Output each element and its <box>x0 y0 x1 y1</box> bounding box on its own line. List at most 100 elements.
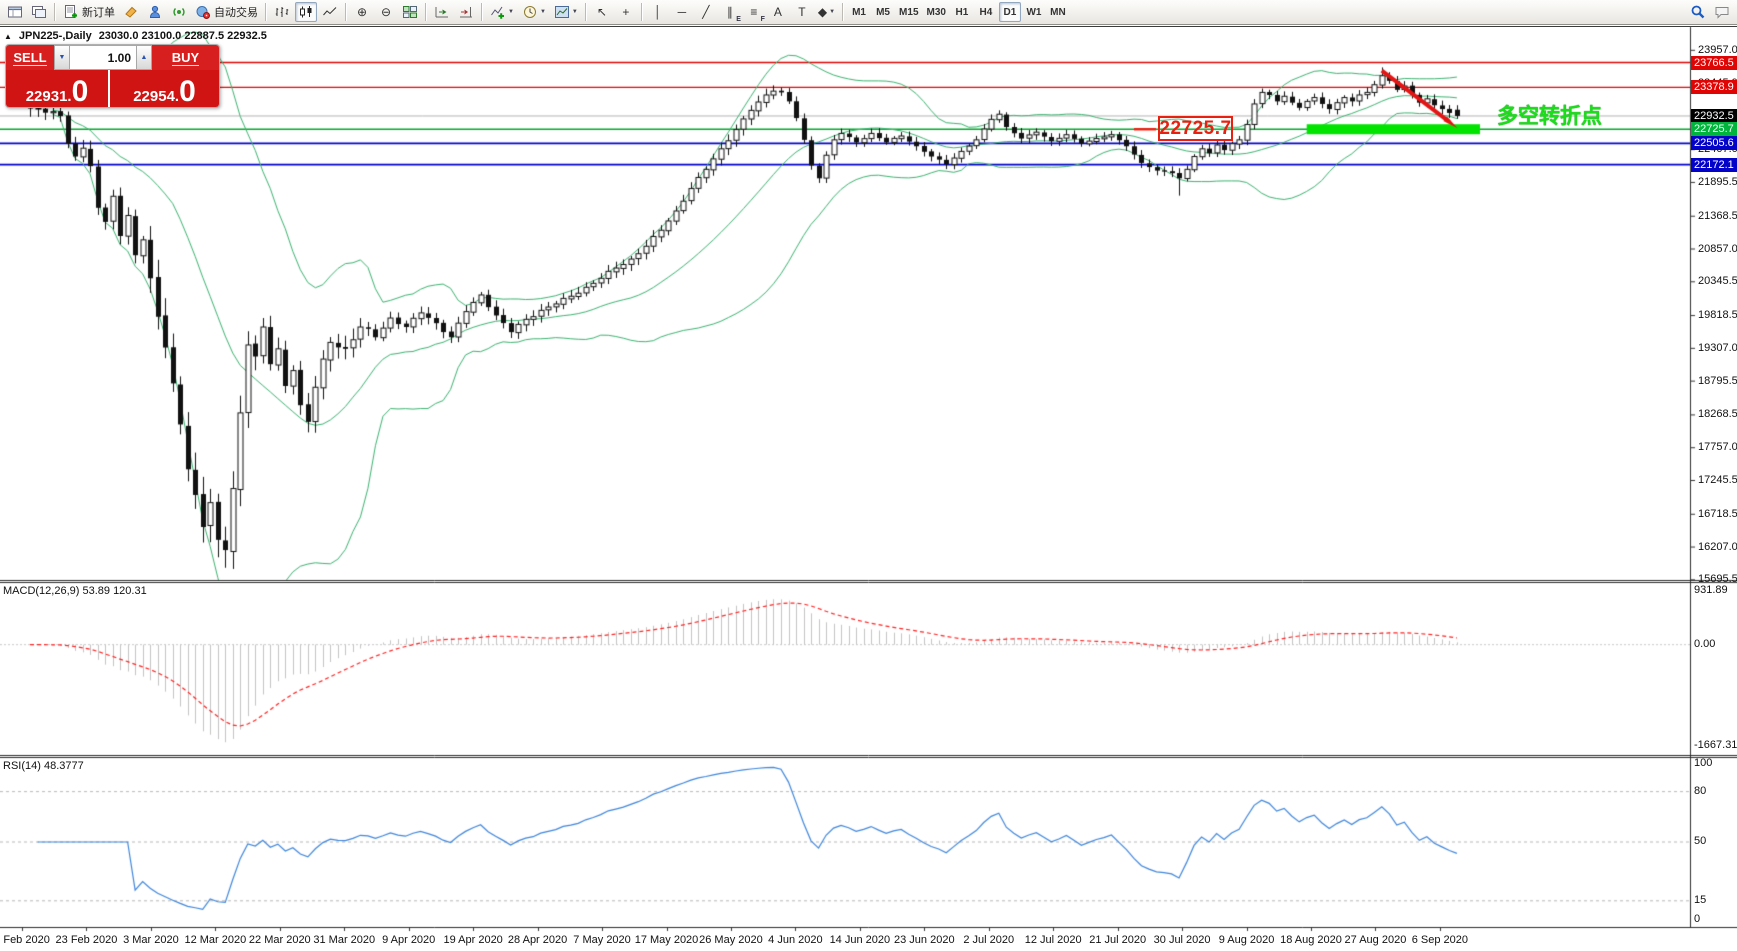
sell-button[interactable]: SELL <box>6 45 54 70</box>
new-chart-button[interactable] <box>4 2 26 22</box>
price-axis-tick: 19818.5 <box>1698 309 1737 322</box>
price-axis-tick: 20345.5 <box>1698 275 1737 288</box>
label-tool-button[interactable]: T <box>791 2 813 22</box>
auto-scroll-button[interactable] <box>431 2 453 22</box>
crosshair-button[interactable]: + <box>615 2 637 22</box>
toolbar-separator <box>425 3 427 21</box>
toolbar-separator <box>584 3 587 21</box>
price-axis-label: 23378.9 <box>1691 80 1737 95</box>
timeframe-h1[interactable]: H1 <box>951 2 973 22</box>
timeframe-m15[interactable]: M15 <box>896 2 921 22</box>
horizontal-line-button[interactable]: ─ <box>671 2 693 22</box>
tile-windows-button[interactable] <box>399 2 421 22</box>
equidistant-channel-button[interactable]: ∥ E <box>719 2 741 23</box>
mql5-community-icon[interactable] <box>144 2 166 22</box>
time-axis-label: 23 Jun 2020 <box>894 934 955 946</box>
toolbar-separator <box>54 3 56 21</box>
templates-button[interactable]: ▼ <box>551 2 581 22</box>
time-axis-label: 4 Jun 2020 <box>768 934 823 946</box>
price-axis-label: 22725.7 <box>1691 122 1737 137</box>
timeframe-h4[interactable]: H4 <box>975 2 997 22</box>
time-axis-label: 7 May 2020 <box>573 934 631 946</box>
search-button[interactable] <box>1687 2 1709 22</box>
arrows-tool-button[interactable]: ◆ ▼ <box>815 2 838 22</box>
signals-icon[interactable] <box>168 2 190 22</box>
chart-symbol-title: JPN225-,Daily <box>18 30 92 42</box>
time-axis-label: 17 May 2020 <box>634 934 699 946</box>
rsi-axis-label: 50 <box>1694 835 1707 847</box>
chart-shift-button[interactable] <box>455 2 477 22</box>
trendline-button[interactable]: ╱ <box>695 2 717 22</box>
price-annotation-box[interactable]: 22725.7 <box>1158 116 1233 141</box>
time-axis-label: 9 Apr 2020 <box>382 934 436 946</box>
periods-button[interactable]: ▼ <box>519 2 549 22</box>
arrows-tool-button-dropdown-icon[interactable]: ▼ <box>829 9 835 15</box>
candlestick-type-button[interactable] <box>295 2 317 22</box>
macd-indicator-label: MACD(12,26,9) 53.89 120.31 <box>3 585 147 597</box>
timeframe-m30[interactable]: M30 <box>924 2 949 22</box>
mt4-terminal: { "toolbar": { "groups": [ {"items":[ {"… <box>0 0 1737 951</box>
vertical-line-button[interactable]: │ <box>647 2 669 22</box>
sell-price-big-digit: 0 <box>71 75 89 108</box>
history-center-icon[interactable] <box>120 2 142 22</box>
time-axis-label: 27 Aug 2020 <box>1344 934 1407 946</box>
window-marker-icon[interactable]: ▲ <box>4 32 12 41</box>
cursor-button[interactable]: ↖ <box>591 2 613 22</box>
price-axis-tick: 21895.5 <box>1698 175 1737 188</box>
volume-input[interactable]: 1.00 <box>70 45 136 70</box>
sell-price-main: 22931. <box>25 88 72 105</box>
fibonacci-button[interactable]: ≡ F <box>743 2 765 23</box>
profiles-button[interactable] <box>28 2 50 22</box>
price-axis-tick: 23957.0 <box>1698 43 1737 56</box>
buy-price-main: 22954. <box>133 88 180 105</box>
time-axis-label: 12 Jul 2020 <box>1024 934 1082 946</box>
volume-decrease-button[interactable]: ▼ <box>54 45 70 70</box>
chat-button[interactable] <box>1711 2 1733 22</box>
buy-price-display[interactable]: 22954. 0 <box>110 70 219 107</box>
sell-price-display[interactable]: 22931. 0 <box>6 70 108 107</box>
time-axis-label: 22 Mar 2020 <box>248 934 311 946</box>
periods-button-dropdown-icon[interactable]: ▼ <box>540 9 546 15</box>
price-axis-label: 22505.6 <box>1691 136 1737 151</box>
timeframe-w1[interactable]: W1 <box>1023 2 1045 22</box>
price-axis-tick: 18795.5 <box>1698 374 1737 387</box>
price-axis-tick: 17245.5 <box>1698 473 1737 486</box>
timeframe-d1[interactable]: D1 <box>998 2 1021 22</box>
time-axis-label: 2 Jul 2020 <box>963 934 1015 946</box>
macd-axis-label: 0.00 <box>1694 637 1716 650</box>
toolbar-separator <box>842 3 845 21</box>
rsi-axis-label: 80 <box>1694 784 1707 797</box>
new-order-button[interactable]: 新订单 <box>60 2 118 22</box>
indicators-button[interactable]: ▼ <box>487 2 517 22</box>
indicators-button-dropdown-icon[interactable]: ▼ <box>508 9 514 15</box>
timeframe-m5[interactable]: M5 <box>872 2 894 22</box>
price-axis-tick: 18268.5 <box>1698 408 1737 421</box>
line-chart-type-button[interactable] <box>319 2 341 22</box>
time-axis-label: 23 Feb 2020 <box>55 934 118 946</box>
buy-button[interactable]: BUY <box>152 45 219 70</box>
timeframe-mn[interactable]: MN <box>1047 2 1069 22</box>
rsi-axis-label: 15 <box>1694 893 1707 906</box>
time-axis-label: 18 Aug 2020 <box>1280 934 1342 946</box>
toolbar-separator <box>265 3 267 21</box>
time-axis-label: 21 Jul 2020 <box>1089 934 1147 946</box>
time-axis-label: 26 May 2020 <box>699 934 763 946</box>
macd-axis-label: 931.89 <box>1694 584 1728 596</box>
autotrading-button[interactable]: 自动交易 <box>192 2 261 22</box>
price-axis-label: 22172.1 <box>1691 157 1737 172</box>
volume-increase-button[interactable]: ▲ <box>136 45 152 70</box>
templates-button-dropdown-icon[interactable]: ▼ <box>572 9 578 15</box>
chart-canvas[interactable] <box>0 26 1737 951</box>
price-axis-label: 22932.5 <box>1691 108 1737 123</box>
time-axis-label: 3 Mar 2020 <box>123 934 179 946</box>
zoom-out-button[interactable]: ⊖ <box>375 2 397 22</box>
turning-point-label[interactable]: 多空转折点 <box>1497 100 1602 130</box>
time-axis-label: 30 Jul 2020 <box>1153 934 1211 946</box>
rsi-axis-label: 0 <box>1694 913 1701 925</box>
zoom-in-button[interactable]: ⊕ <box>351 2 373 22</box>
timeframe-m1[interactable]: M1 <box>848 2 870 22</box>
main-toolbar: 新订单 自动交易 ⊕ ⊖ ▼ ▼ ▼ ↖ + │ ─ ╱ ∥ E ≡ F A T ◆ ▼ M1 M5 M15 M30 H1 H4 D… <box>0 0 1737 25</box>
bar-chart-type-button[interactable] <box>271 2 293 22</box>
toolbar-separator <box>345 3 347 21</box>
text-tool-button[interactable]: A <box>767 2 789 22</box>
